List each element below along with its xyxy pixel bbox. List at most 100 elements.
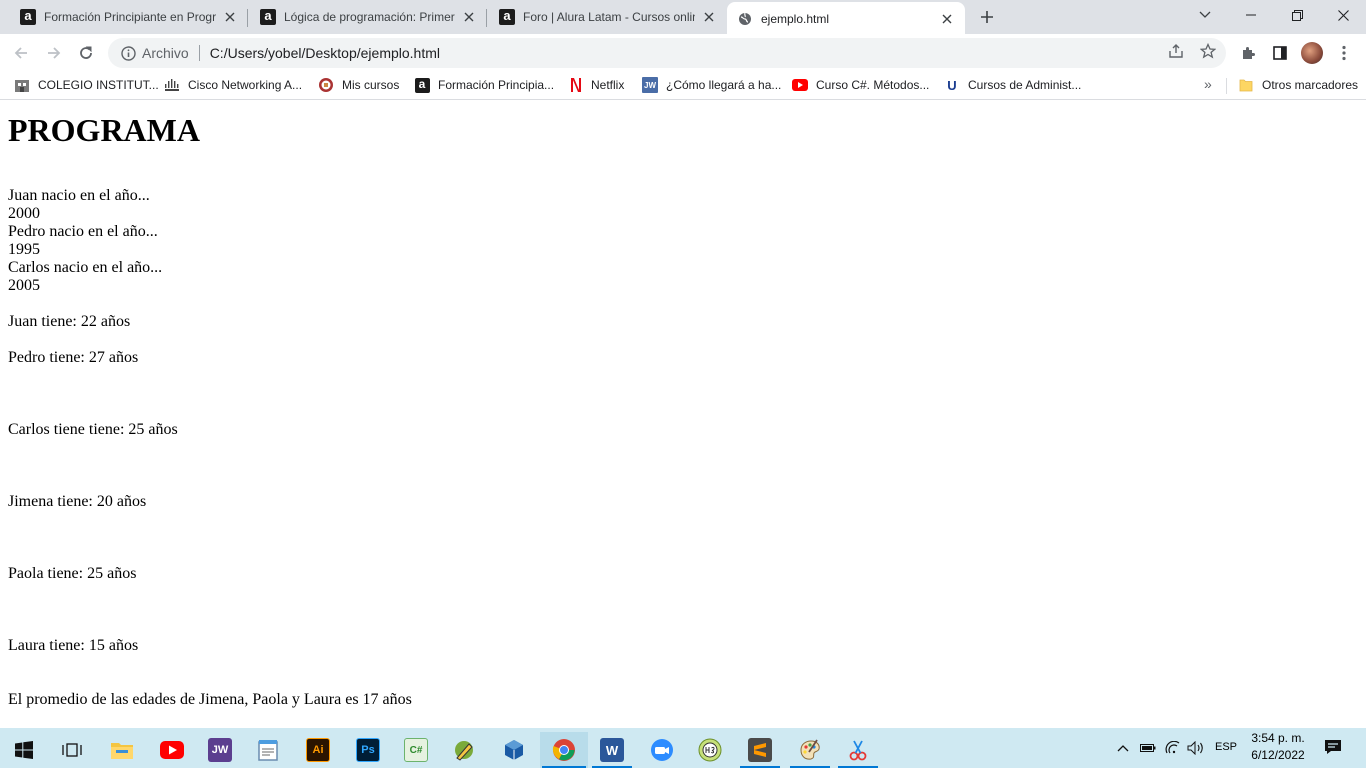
info-icon[interactable] <box>120 45 136 61</box>
taskbar-hs[interactable] <box>688 732 732 768</box>
taskbar-file-explorer[interactable] <box>100 732 144 768</box>
bookmark-colegio[interactable]: COLEGIO INSTITUT... <box>14 76 159 94</box>
notifications-icon[interactable] <box>1323 739 1343 755</box>
youtube-app-icon <box>160 741 184 759</box>
close-tab-icon[interactable] <box>701 9 717 25</box>
forward-button[interactable] <box>41 40 67 66</box>
bookmark-label: Curso C#. Métodos... <box>816 78 930 92</box>
arrow-left-icon <box>14 47 27 59</box>
cisco-icon <box>164 77 180 93</box>
jw-icon: JW <box>642 77 658 93</box>
close-tab-icon[interactable] <box>222 9 238 25</box>
text-line: Pedro nacio en el año... <box>8 223 158 240</box>
alura-icon: a <box>499 9 515 25</box>
taskbar-zoom[interactable] <box>640 732 684 768</box>
text-line: Juan tiene: 22 años <box>8 313 131 330</box>
text-line: Laura tiene: 15 años <box>8 637 139 654</box>
bookmark-label: Mis cursos <box>342 78 400 92</box>
tab-logica-programacion[interactable]: a Lógica de programación: Primero <box>248 0 487 34</box>
profile-avatar[interactable] <box>1300 41 1324 65</box>
star-icon[interactable] <box>1198 41 1218 61</box>
bookmark-mis-cursos[interactable]: Mis cursos <box>318 76 399 94</box>
bookmarks-overflow-button[interactable]: » <box>1204 76 1212 92</box>
minimize-button[interactable] <box>1228 0 1274 30</box>
windows-taskbar: JW Ai Ps C# W ESP 3:54 p. m. 6/12/2022 <box>0 728 1366 768</box>
taskbar-paint[interactable] <box>788 732 832 768</box>
menu-button[interactable] <box>1332 41 1356 65</box>
alura-icon: a <box>20 9 36 25</box>
new-tab-button[interactable] <box>976 6 998 28</box>
clock-date: 6/12/2022 <box>1251 748 1305 762</box>
bookmark-netflix[interactable]: Netflix <box>567 76 624 94</box>
wifi-icon[interactable] <box>1164 740 1182 756</box>
other-bookmarks-folder[interactable]: Otros marcadores <box>1238 76 1358 94</box>
close-tab-icon[interactable] <box>939 11 955 27</box>
close-tab-icon[interactable] <box>461 9 477 25</box>
extensions-icon[interactable] <box>1236 41 1260 65</box>
taskbar-snipping-tool[interactable] <box>836 732 880 768</box>
school-icon <box>14 77 30 93</box>
bookmark-curso-csharp[interactable]: Curso C#. Métodos... <box>792 76 929 94</box>
arrow-right-icon <box>48 47 61 59</box>
url-text[interactable]: C:/Users/yobel/Desktop/ejemplo.html <box>210 45 440 61</box>
input-language[interactable]: ESP <box>1215 741 1237 753</box>
tab-foro-alura[interactable]: a Foro | Alura Latam - Cursos onlin <box>487 0 727 34</box>
bookmark-label: Netflix <box>591 78 625 92</box>
page-heading: PROGRAMA <box>8 112 200 148</box>
bookmark-cursos-administ[interactable]: U Cursos de Administ... <box>944 76 1081 94</box>
restore-button[interactable] <box>1274 0 1320 30</box>
paint-icon <box>800 739 820 760</box>
chevron-up-icon <box>1117 745 1129 752</box>
share-icon[interactable] <box>1166 41 1186 61</box>
taskbar-youtube[interactable] <box>150 732 194 768</box>
bookmark-formacion[interactable]: a Formación Principia... <box>414 76 554 94</box>
taskbar-pencil-app[interactable] <box>442 732 486 768</box>
taskbar-csharp[interactable]: C# <box>394 732 438 768</box>
bookmark-jw[interactable]: JW ¿Cómo llegará a ha... <box>642 76 781 94</box>
netflix-icon <box>567 77 583 93</box>
battery-icon[interactable] <box>1139 740 1157 756</box>
bookmark-label: Otros marcadores <box>1262 78 1359 92</box>
text-line: Jimena tiene: 20 años <box>8 493 147 510</box>
course-crest-icon <box>318 77 334 93</box>
close-icon <box>1337 9 1349 21</box>
taskbar-chrome[interactable] <box>540 732 588 768</box>
address-bar[interactable]: Archivo C:/Users/yobel/Desktop/ejemplo.h… <box>108 38 1226 68</box>
tab-title: ejemplo.html <box>761 12 830 26</box>
side-panel-icon[interactable] <box>1268 41 1292 65</box>
volume-icon[interactable] <box>1187 740 1205 756</box>
close-window-button[interactable] <box>1320 0 1366 30</box>
start-button[interactable] <box>2 732 46 768</box>
back-button[interactable] <box>8 40 34 66</box>
taskbar-sublime-text[interactable] <box>738 732 782 768</box>
bookmark-cisco[interactable]: Cisco Networking A... <box>164 76 302 94</box>
taskbar-word[interactable]: W <box>590 732 634 768</box>
chrome-icon <box>552 739 575 761</box>
taskbar-virtualbox[interactable] <box>492 732 536 768</box>
tab-formacion-principiante[interactable]: a Formación Principiante en Progra <box>0 0 248 34</box>
tab-ejemplo-html[interactable]: ejemplo.html <box>727 2 965 36</box>
bookmark-label: Cisco Networking A... <box>188 78 303 92</box>
show-hidden-icons-button[interactable] <box>1116 740 1130 756</box>
system-clock[interactable]: 3:54 p. m. 6/12/2022 <box>1248 730 1308 764</box>
text-line: Carlos nacio en el año... <box>8 259 163 276</box>
taskbar-jw-library[interactable]: JW <box>198 732 242 768</box>
taskbar-notepad[interactable] <box>246 732 290 768</box>
alura-icon: a <box>414 77 430 93</box>
address-divider <box>198 45 200 61</box>
taskbar-illustrator[interactable]: Ai <box>296 732 340 768</box>
security-label: Archivo <box>142 45 189 61</box>
taskbar-photoshop[interactable]: Ps <box>346 732 390 768</box>
chevron-down-icon <box>1199 11 1211 18</box>
bookmarks-bar: COLEGIO INSTITUT... Cisco Networking A..… <box>0 70 1366 100</box>
text-line: Carlos tiene tiene: 25 años <box>8 421 178 438</box>
text-line: 2000 <box>8 205 40 222</box>
illustrator-icon: Ai <box>306 738 330 762</box>
word-icon: W <box>600 738 624 762</box>
file-explorer-icon <box>111 743 133 759</box>
tab-search-button[interactable] <box>1182 0 1228 30</box>
task-view-button[interactable] <box>50 732 94 768</box>
tab-strip: a Formación Principiante en Progra a Lóg… <box>0 0 1366 36</box>
reload-button[interactable] <box>73 40 99 66</box>
alura-icon: a <box>260 9 276 25</box>
